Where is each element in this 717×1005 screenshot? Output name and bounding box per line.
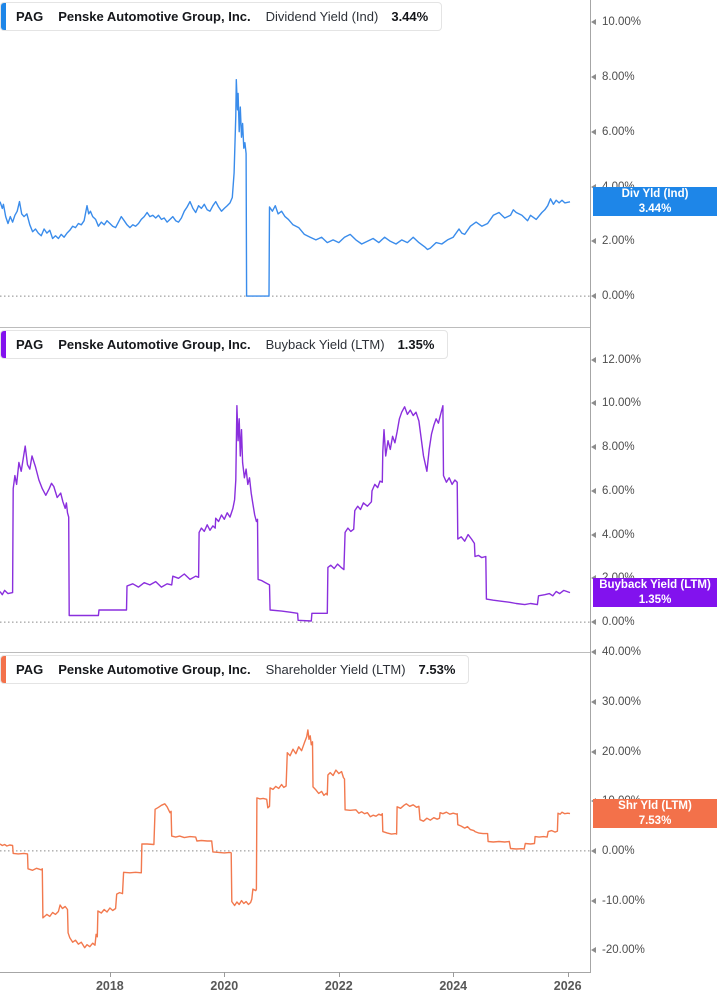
x-axis-tick (339, 972, 340, 977)
y-axis-tick: 40.00% (591, 647, 641, 657)
x-axis-tick (224, 972, 225, 977)
ticker-symbol: PAG (16, 337, 43, 352)
y-axis-tick: 0.00% (591, 846, 635, 856)
y-axis-tick: 4.00% (591, 530, 635, 540)
y-axis-tick: 30.00% (591, 697, 641, 707)
tick-arrow-icon (591, 749, 596, 755)
badge-value: 1.35% (639, 593, 672, 607)
tick-arrow-icon (591, 238, 596, 244)
x-axis-tick (110, 972, 111, 977)
dividend-yield-chart[interactable] (0, 0, 590, 327)
y-axis-tick-label: -10.00% (602, 895, 645, 907)
buyback-yield-chart[interactable] (0, 327, 590, 652)
y-axis-tick: 0.00% (591, 291, 635, 301)
company-name: Penske Automotive Group, Inc. (58, 337, 250, 352)
series-line (0, 730, 570, 948)
y-axis-tick: 8.00% (591, 72, 635, 82)
metric-name: Dividend Yield (Ind) (266, 9, 379, 24)
series-legend-buyback-yield[interactable]: PAG Penske Automotive Group, Inc. Buybac… (0, 330, 448, 359)
panel-separator (0, 327, 590, 328)
company-name: Penske Automotive Group, Inc. (58, 662, 250, 677)
metric-value: 7.53% (419, 662, 456, 677)
y-axis-tick-label: 6.00% (602, 126, 635, 138)
series-color-stripe (1, 3, 6, 30)
badge-label: Div Yld (Ind) (622, 187, 689, 201)
x-axis-year-label: 2020 (210, 979, 238, 993)
badge-label: Buyback Yield (LTM) (599, 578, 711, 592)
series-legend-shareholder-yield[interactable]: PAG Penske Automotive Group, Inc. Shareh… (0, 655, 469, 684)
y-axis-tick-label: 8.00% (602, 71, 635, 83)
shareholder-yield-chart[interactable] (0, 652, 590, 972)
last-value-badge-shr-yld: Shr Yld (LTM) 7.53% (593, 799, 717, 828)
company-name: Penske Automotive Group, Inc. (58, 9, 250, 24)
series-line (0, 80, 570, 296)
tick-arrow-icon (591, 947, 596, 953)
tick-arrow-icon (591, 619, 596, 625)
x-axis-tick (568, 972, 569, 977)
y-axis-tick: -10.00% (591, 896, 645, 906)
tick-arrow-icon (591, 74, 596, 80)
metric-name: Buyback Yield (LTM) (266, 337, 385, 352)
y-axis-tick-label: 0.00% (602, 616, 635, 628)
tick-arrow-icon (591, 898, 596, 904)
tick-arrow-icon (591, 293, 596, 299)
y-axis-tick: 10.00% (591, 398, 641, 408)
y-axis-tick-label: 30.00% (602, 696, 641, 708)
series-legend-dividend-yield[interactable]: PAG Penske Automotive Group, Inc. Divide… (0, 2, 442, 31)
y-axis-tick-label: 6.00% (602, 485, 635, 497)
y-axis-tick: 6.00% (591, 486, 635, 496)
y-axis-tick: 6.00% (591, 127, 635, 137)
badge-value: 7.53% (639, 814, 672, 828)
badge-value: 3.44% (639, 202, 672, 216)
tick-arrow-icon (591, 649, 596, 655)
y-axis-tick: 12.00% (591, 355, 641, 365)
tick-arrow-icon (591, 444, 596, 450)
last-value-badge-div-yld: Div Yld (Ind) 3.44% (593, 187, 717, 216)
y-axis-tick: 0.00% (591, 617, 635, 627)
x-axis-year-label: 2024 (439, 979, 467, 993)
tick-arrow-icon (591, 19, 596, 25)
ticker-symbol: PAG (16, 662, 43, 677)
tick-arrow-icon (591, 532, 596, 538)
y-axis-tick-label: 10.00% (602, 397, 641, 409)
y-axis-tick-label: 0.00% (602, 290, 635, 302)
series-color-stripe (1, 331, 6, 358)
y-axis-tick-label: -20.00% (602, 944, 645, 956)
y-axis-tick-label: 2.00% (602, 235, 635, 247)
y-axis-tick: 2.00% (591, 236, 635, 246)
badge-label: Shr Yld (LTM) (618, 799, 692, 813)
multi-chart-canvas: PAG Penske Automotive Group, Inc. Divide… (0, 0, 717, 1005)
series-color-stripe (1, 656, 6, 683)
x-axis-tick (453, 972, 454, 977)
y-axis-tick: 8.00% (591, 442, 635, 452)
y-axis-tick-label: 8.00% (602, 441, 635, 453)
series-line (0, 406, 570, 621)
x-axis-line (0, 972, 591, 973)
tick-arrow-icon (591, 129, 596, 135)
x-axis-year-label: 2022 (325, 979, 353, 993)
tick-arrow-icon (591, 848, 596, 854)
y-axis-tick: -20.00% (591, 945, 645, 955)
tick-arrow-icon (591, 488, 596, 494)
y-axis-tick-label: 4.00% (602, 529, 635, 541)
y-axis-line (590, 0, 591, 973)
y-axis-tick-label: 20.00% (602, 746, 641, 758)
tick-arrow-icon (591, 357, 596, 363)
y-axis-tick: 10.00% (591, 17, 641, 27)
y-axis-tick-label: 40.00% (602, 646, 641, 658)
ticker-symbol: PAG (16, 9, 43, 24)
y-axis-tick-label: 10.00% (602, 16, 641, 28)
metric-value: 1.35% (398, 337, 435, 352)
tick-arrow-icon (591, 699, 596, 705)
y-axis-tick-label: 12.00% (602, 354, 641, 366)
metric-value: 3.44% (391, 9, 428, 24)
y-axis-tick: 20.00% (591, 747, 641, 757)
y-axis-tick-label: 0.00% (602, 845, 635, 857)
last-value-badge-buyback-yld: Buyback Yield (LTM) 1.35% (593, 578, 717, 607)
x-axis-year-label: 2026 (554, 979, 582, 993)
x-axis-year-label: 2018 (96, 979, 124, 993)
panel-separator (0, 652, 590, 653)
tick-arrow-icon (591, 400, 596, 406)
metric-name: Shareholder Yield (LTM) (266, 662, 406, 677)
